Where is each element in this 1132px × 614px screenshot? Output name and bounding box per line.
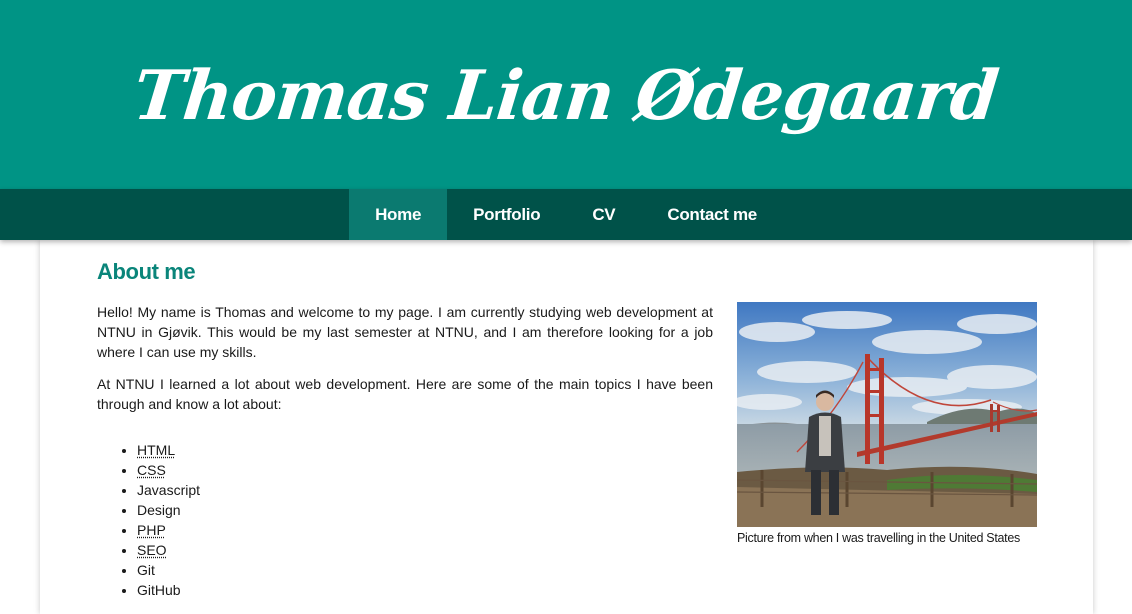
list-item: SEO: [137, 540, 713, 560]
main-nav: Home Portfolio CV Contact me: [0, 189, 1132, 240]
list-item: GitHub: [137, 580, 713, 600]
skill-github: GitHub: [137, 582, 181, 598]
skill-design: Design: [137, 502, 181, 518]
skill-seo: SEO: [137, 542, 167, 558]
list-item: Design: [137, 500, 713, 520]
list-item: Git: [137, 560, 713, 580]
skills-list: HTML CSS Javascript Design PHP SEO Git G…: [97, 440, 713, 600]
skill-css: CSS: [137, 462, 166, 478]
nav-item-portfolio[interactable]: Portfolio: [447, 189, 566, 240]
about-text: Hello! My name is Thomas and welcome to …: [97, 302, 713, 600]
golden-gate-photo: [737, 302, 1037, 527]
list-item: PHP: [137, 520, 713, 540]
section-title: About me: [97, 259, 196, 284]
skill-php: PHP: [137, 522, 166, 538]
image-caption: Picture from when I was travelling in th…: [737, 531, 1020, 545]
nav-item-cv[interactable]: CV: [566, 189, 641, 240]
list-item: Javascript: [137, 480, 713, 500]
skill-javascript: Javascript: [137, 482, 201, 498]
nav-item-home[interactable]: Home: [349, 189, 448, 240]
list-item: HTML: [137, 440, 713, 460]
skill-html: HTML: [137, 442, 176, 458]
intro-paragraph: Hello! My name is Thomas and welcome to …: [97, 304, 713, 360]
nav-item-contact[interactable]: Contact me: [641, 189, 783, 240]
profile-figure: Picture from when I was travelling in th…: [737, 302, 1037, 545]
main-content-card: About me Hello! My name is Thomas and we…: [40, 240, 1093, 614]
site-title: Thomas Lian Ødegaard: [130, 55, 1002, 136]
topics-paragraph: At NTNU I learned a lot about web develo…: [97, 376, 713, 412]
skill-git: Git: [137, 562, 155, 578]
site-header: Thomas Lian Ødegaard: [0, 0, 1132, 189]
list-item: CSS: [137, 460, 713, 480]
